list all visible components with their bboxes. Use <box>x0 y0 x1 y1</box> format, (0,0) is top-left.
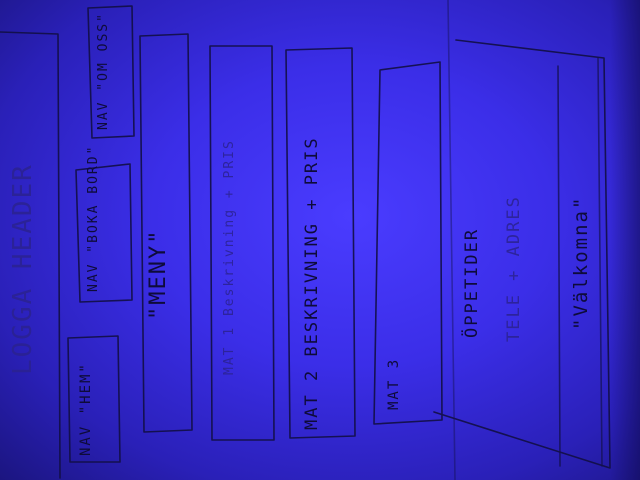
dish2-label: MAT 2 BESKRIVNING + PRIS <box>302 136 322 430</box>
info-inner-line-2 <box>597 57 603 467</box>
nav-home-box <box>67 335 121 463</box>
dish3-label: MAT 3 <box>386 357 402 410</box>
dish1-box <box>209 45 275 441</box>
nav-book-label: NAV "BOKA BORD" <box>86 144 101 292</box>
paper-sheet: LOGGA HEADER NAV "HEM" NAV "BOKA BORD" N… <box>0 0 640 480</box>
dish1-label: MAT 1 Beskrivning + PRIS <box>222 139 237 375</box>
info-inner-line <box>557 65 561 467</box>
nav-about-label: NAV "OM OSS" <box>96 12 111 130</box>
contact-label: TELE + ADRES <box>504 195 524 342</box>
nav-home-label: NAV "HEM" <box>78 362 94 456</box>
dish3-box <box>373 61 443 425</box>
menu-title-label: "MENY" <box>146 228 171 320</box>
welcome-label: "Välkomna" <box>570 195 592 330</box>
sketch-wireframe: LOGGA HEADER NAV "HEM" NAV "BOKA BORD" N… <box>0 0 640 480</box>
fold-line <box>447 0 456 480</box>
nav-about-box <box>87 5 135 139</box>
header-label: LOGGA HEADER <box>8 163 38 375</box>
nav-book-box <box>75 163 133 303</box>
hours-label: ÖPPETIDER <box>462 227 482 338</box>
